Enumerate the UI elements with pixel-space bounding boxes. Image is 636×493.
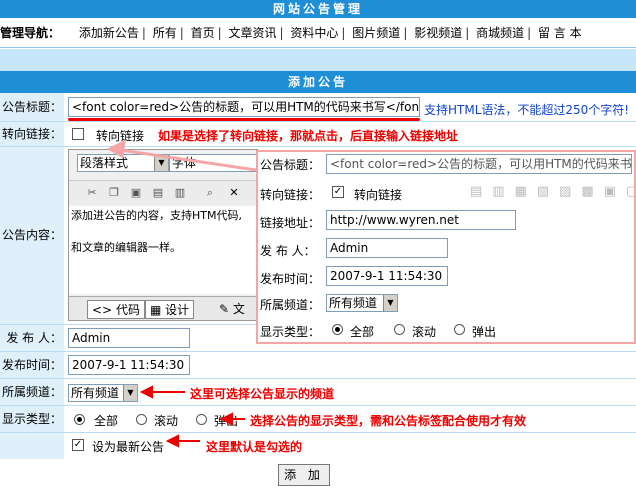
inset-type-label: 显示类型：	[260, 325, 321, 339]
inset-type-radio-all[interactable]	[332, 324, 343, 335]
inset-type-radio-scroll[interactable]	[394, 324, 405, 335]
inset-type-option-scroll: 滚动	[412, 325, 437, 339]
inset-type-option-popup: 弹出	[472, 325, 497, 339]
faded-toolbar-icons: ▤▥▦▧▨▩▣▢	[470, 184, 636, 199]
inset-url-label: 链接地址：	[260, 216, 321, 230]
redirect-detail-inset: 公告标题： <font color=red>公告的标题，可以用HTM的代码来书写…	[256, 150, 636, 344]
inset-type-option-all: 全部	[350, 325, 375, 339]
inset-publisher-input[interactable]: Admin	[326, 238, 448, 258]
inset-redirect-checkbox-label: 转向链接	[354, 188, 403, 202]
inset-time-input[interactable]: 2007-9-1 11:54:30	[326, 266, 448, 286]
inset-url-input[interactable]: http://www.wyren.net	[326, 210, 516, 230]
inset-publisher-label: 发 布 人：	[260, 244, 316, 258]
inset-title-input[interactable]: <font color=red>公告的标题，可以用HTM的代码来书写	[326, 154, 632, 174]
inset-time-label: 发布时间：	[260, 272, 321, 286]
inset-redirect-checkbox[interactable]: ✓	[332, 186, 344, 198]
inset-type-radio-popup[interactable]	[454, 324, 465, 335]
inset-title-label: 公告标题：	[260, 158, 321, 172]
inset-channel-label: 所属频道：	[260, 298, 321, 312]
inset-redirect-label: 转向链接：	[260, 188, 321, 202]
inset-channel-select[interactable]: 所有频道 ▼	[326, 294, 398, 312]
